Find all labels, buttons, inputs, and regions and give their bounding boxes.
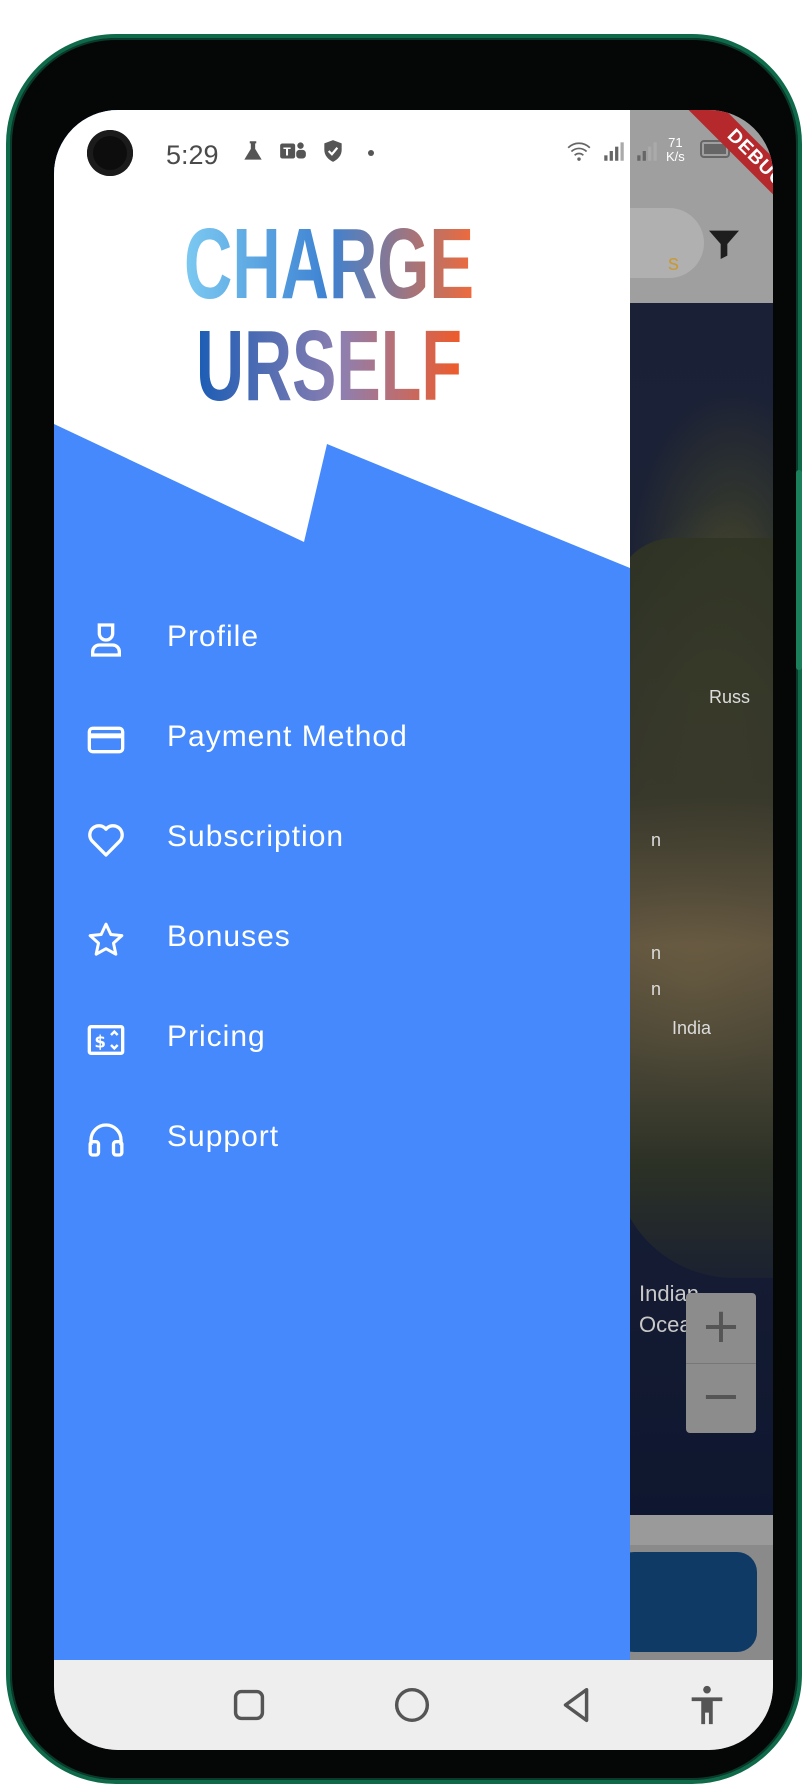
map-landmass [614,538,773,1278]
drawer-item-label: Bonuses [167,920,291,953]
lab-flask-icon [244,141,262,160]
system-navigation-bar [54,1660,773,1750]
map-label-russia: Russ [709,687,751,707]
wifi-icon [567,142,591,161]
svg-text:T: T [283,145,291,158]
status-time: 5:29 [166,140,219,170]
signal-icon [604,142,624,161]
phone-frame: s Russ n n n India Indian Ocean + − CHAR… [6,34,802,1784]
drawer-item-label: Subscription [167,820,345,853]
drawer-item-pricing[interactable]: $ Pricing [54,990,630,1090]
network-rate-value: 71 [668,135,683,150]
map-label-partial: n [651,943,662,963]
charge-urself-logo: CHARGE URSELF [184,210,474,410]
drawer-item-support[interactable]: Support [54,1090,630,1190]
drawer-item-profile[interactable]: Profile [54,590,630,690]
price-tag-icon: $ [87,1025,125,1055]
zoom-in-button[interactable]: + [686,1293,756,1363]
network-rate: 71 K/s [666,136,685,164]
zoom-controls: + − [686,1293,756,1433]
drawer-item-label: Pricing [167,1020,266,1053]
svg-text:$: $ [94,1033,106,1052]
svg-text:URSELF: URSELF [196,310,462,410]
back-button[interactable] [554,1682,600,1728]
dot-icon [368,150,374,156]
map-label-partial: n [651,830,662,850]
map-label-partial: n [651,979,662,999]
accessibility-button[interactable] [684,1682,730,1728]
phone-side-button [796,470,802,670]
svg-text:CHARGE: CHARGE [184,210,474,320]
bottom-action-card[interactable] [614,1552,757,1652]
network-rate-unit: K/s [666,149,685,164]
filter-icon[interactable] [704,224,744,264]
drawer-item-label: Profile [167,620,260,653]
teams-icon: T [280,142,306,159]
navigation-drawer: CHARGE URSELF Profile Payment Method Sub… [54,110,630,1660]
drawer-item-payment-method[interactable]: Payment Method [54,690,630,790]
star-icon [88,922,124,956]
credit-card-icon [87,726,125,754]
recents-button[interactable] [226,1682,272,1728]
drawer-item-subscription[interactable]: Subscription [54,790,630,890]
signal-icon [637,142,657,161]
zoom-out-button[interactable]: − [686,1363,756,1433]
status-bar: 5:29 T 71 K/s [54,110,773,180]
person-badge-icon [91,623,121,657]
filter-chip-label: s [668,250,679,275]
home-button[interactable] [389,1682,435,1728]
front-camera [87,130,133,176]
drawer-item-bonuses[interactable]: Bonuses [54,890,630,990]
headset-icon [88,1123,124,1157]
drawer-item-label: Payment Method [167,720,408,753]
shield-icon [324,140,342,162]
map-label-india: India [672,1018,712,1038]
drawer-item-label: Support [167,1120,280,1153]
heart-icon [88,824,124,857]
screen: s Russ n n n India Indian Ocean + − CHAR… [54,110,773,1750]
